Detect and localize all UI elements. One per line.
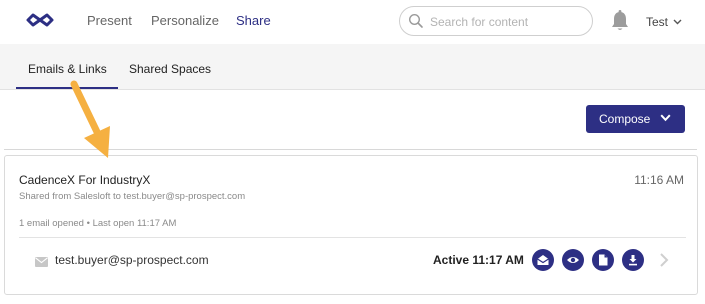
- user-menu[interactable]: Test: [646, 13, 682, 30]
- search-input[interactable]: [430, 13, 586, 31]
- search-icon: [408, 13, 423, 28]
- tab-shared-spaces[interactable]: Shared Spaces: [129, 61, 211, 77]
- bell-icon[interactable]: [609, 9, 631, 38]
- nav-present[interactable]: Present: [87, 12, 132, 30]
- mail-icon: [35, 254, 48, 272]
- eye-icon[interactable]: [562, 249, 584, 271]
- nav-share[interactable]: Share: [236, 12, 271, 30]
- card-meta: 1 email opened • Last open 11:17 AM: [19, 218, 177, 229]
- chevron-down-icon: [660, 114, 671, 122]
- document-icon[interactable]: [592, 249, 614, 271]
- download-icon[interactable]: [622, 249, 644, 271]
- chevron-right-icon[interactable]: [659, 252, 669, 273]
- recipient-status: Active 11:17 AM: [433, 253, 524, 267]
- tab-emails-links[interactable]: Emails & Links: [28, 61, 107, 77]
- card-title: CadenceX For IndustryX: [19, 173, 151, 187]
- card-subtitle: Shared from Salesloft to test.buyer@sp-p…: [19, 191, 246, 202]
- nav-personalize[interactable]: Personalize: [151, 12, 219, 30]
- annotation-arrow-icon: [70, 80, 110, 158]
- compose-button[interactable]: Compose: [586, 105, 685, 133]
- mail-open-icon[interactable]: [532, 249, 554, 271]
- chevron-down-icon: [673, 13, 682, 29]
- user-name: Test: [646, 15, 669, 29]
- infinity-logo-icon[interactable]: [25, 12, 55, 28]
- share-card[interactable]: CadenceX For IndustryX 11:16 AM Shared f…: [4, 155, 698, 295]
- compose-label: Compose: [599, 112, 651, 126]
- recipient-row[interactable]: test.buyer@sp-prospect.com Active 11:17 …: [19, 238, 686, 282]
- recipient-email: test.buyer@sp-prospect.com: [55, 253, 209, 267]
- search-box[interactable]: [399, 6, 593, 36]
- card-time: 11:16 AM: [634, 173, 684, 187]
- top-nav-bar: Present Personalize Share Test: [0, 0, 705, 44]
